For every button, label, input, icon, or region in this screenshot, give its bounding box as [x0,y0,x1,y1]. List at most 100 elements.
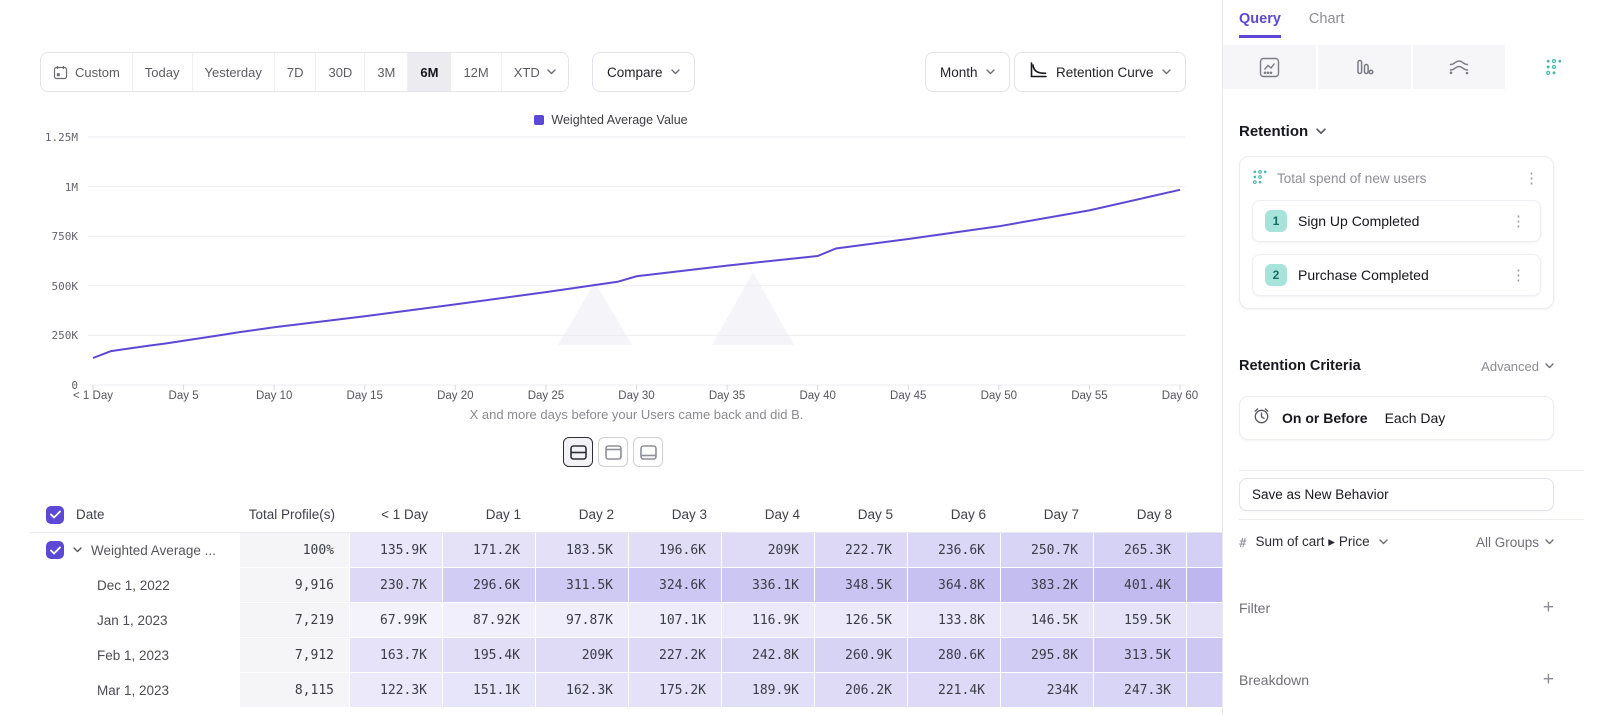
row-checkbox[interactable] [46,541,64,559]
report-tab-insights[interactable] [1223,45,1318,89]
measurement-dropdown[interactable]: Sum of cart ▸ Price [1256,534,1370,550]
range-today[interactable]: Today [133,53,193,91]
column-header--1-day[interactable]: < 1 Day [350,497,443,532]
table-row[interactable]: Dec 1, 20229,916230.7K296.6K311.5K324.6K… [30,568,1222,603]
range-6m[interactable]: 6M [408,53,451,91]
column-header-total-profile-s-[interactable]: Total Profile(s) [240,497,350,532]
range-yesterday[interactable]: Yesterday [193,53,275,91]
kebab-menu-icon[interactable]: ⋮ [1509,268,1528,283]
chart-legend[interactable]: Weighted Average Value [0,113,1222,127]
report-tab-flows[interactable] [1413,45,1508,89]
value-cell: 162.3K [536,673,629,708]
criteria-condition[interactable]: On or Before [1282,410,1368,426]
range-30d[interactable]: 30D [316,53,365,91]
column-header-day-7[interactable]: Day 7 [1001,497,1094,532]
x-tick-label: Day 20 [437,390,473,402]
compare-button[interactable]: Compare [592,52,695,92]
add-filter-button[interactable]: + [1543,598,1554,617]
column-header-day-3[interactable]: Day 3 [629,497,722,532]
alarm-clock-icon [1252,406,1271,430]
granularity-label: Month [940,65,978,80]
report-tab-retention[interactable] [1507,45,1600,89]
range-7d[interactable]: 7D [275,53,317,91]
column-header-date[interactable]: Date [30,497,240,532]
value-cell: 230.7K [350,568,443,603]
behavior-step-2[interactable]: 2Purchase Completed⋮ [1252,254,1541,296]
number-property-icon: # [1239,535,1247,550]
column-header-day-4[interactable]: Day 4 [722,497,815,532]
chart-type-label: Retention Curve [1056,65,1154,80]
value-cell: 221.4K [908,673,1001,708]
chevron-down-icon [1545,363,1554,369]
value-cell: 209K [536,638,629,673]
y-tick-label: 1.25M [28,131,78,144]
column-header-day-5[interactable]: Day 5 [815,497,908,532]
value-cell: 87.92K [443,603,536,638]
value-cell: 364.8K [908,568,1001,603]
divider [1239,470,1584,471]
table-only-view-icon [640,445,657,460]
y-tick-label: 0 [28,379,78,392]
step-event-label: Sign Up Completed [1298,213,1498,229]
granularity-dropdown[interactable]: Month [925,52,1010,92]
column-header-day-8[interactable]: Day 8 [1094,497,1187,532]
x-tick-label: Day 45 [890,390,926,402]
retention-icon [1252,169,1268,185]
divider [1239,519,1584,520]
criteria-window[interactable]: Each Day [1385,410,1446,426]
layout-toggle-table-only-view[interactable] [633,437,663,467]
criteria-mode-dropdown[interactable]: Advanced [1481,359,1554,374]
retention-criteria-label: Retention Criteria [1239,358,1481,374]
select-all-checkbox[interactable] [46,506,64,524]
value-cell: 250.7K [1001,533,1094,568]
column-header-day-2[interactable]: Day 2 [536,497,629,532]
column-header-day-6[interactable]: Day 6 [908,497,1001,532]
column-header-day-1[interactable]: Day 1 [443,497,536,532]
report-main-area: CustomTodayYesterday 7D 30D 3M 6M 12M XTD Comp… [0,0,1222,715]
value-cell: 163.7K [350,638,443,673]
value-cell: 196.6K [629,533,722,568]
x-tick-label: Day 10 [256,390,292,402]
table-row[interactable]: Weighted Average ...100%135.9K171.2K183.… [30,533,1222,568]
kebab-menu-icon[interactable]: ⋮ [1522,171,1541,186]
value-cell: 175.2K [629,673,722,708]
range-12m[interactable]: 12M [451,53,501,91]
chevron-down-icon [986,69,995,75]
value-cell-overflow [1187,568,1222,603]
add-breakdown-button[interactable]: + [1543,670,1554,689]
range-label: 12M [463,65,488,80]
layout-toggle-chart-only-view[interactable] [598,437,628,467]
value-cell: 222.7K [815,533,908,568]
column-header-overflow [1187,497,1222,532]
save-as-new-behavior-button[interactable]: Save as New Behavior [1239,478,1554,511]
y-tick-label: 500K [28,280,78,293]
table-row[interactable]: Mar 1, 20238,115122.3K151.1K162.3K175.2K… [30,673,1222,708]
range-3m[interactable]: 3M [365,53,408,91]
row-date-cell: Feb 1, 2023 [30,638,240,673]
report-tab-funnels[interactable] [1318,45,1413,89]
kebab-menu-icon[interactable]: ⋮ [1509,214,1528,229]
tab-query[interactable]: Query [1239,11,1281,38]
table-row[interactable]: Feb 1, 20237,912163.7K195.4K209K227.2K24… [30,638,1222,673]
table-row[interactable]: Jan 1, 20237,21967.99K87.92K97.87K107.1K… [30,603,1222,638]
chart-type-dropdown[interactable]: Retention Curve [1014,52,1186,92]
tab-chart[interactable]: Chart [1309,11,1344,38]
range-label: 3M [377,65,395,80]
behavior-step-1[interactable]: 1Sign Up Completed⋮ [1252,200,1541,242]
chevron-down-icon [1545,539,1554,545]
value-cell: 151.1K [443,673,536,708]
layout-toggle-split-view[interactable] [563,437,593,467]
funnels-icon [1354,57,1375,78]
range-label: 7D [287,65,304,80]
y-tick-label: 1M [28,181,78,194]
value-cell: 122.3K [350,673,443,708]
criteria-condition-card[interactable]: On or Before Each Day [1239,396,1554,440]
range-xtd[interactable]: XTD [502,53,568,91]
report-section-title[interactable]: Retention [1239,123,1326,140]
groups-dropdown[interactable]: All Groups [1476,535,1554,550]
row-expander[interactable] [73,547,82,553]
value-cell: 135.9K [350,533,443,568]
row-date-cell: Jan 1, 2023 [30,603,240,638]
behavior-header[interactable]: Total spend of new users ⋮ [1252,169,1541,188]
range-custom[interactable]: Custom [41,53,133,91]
